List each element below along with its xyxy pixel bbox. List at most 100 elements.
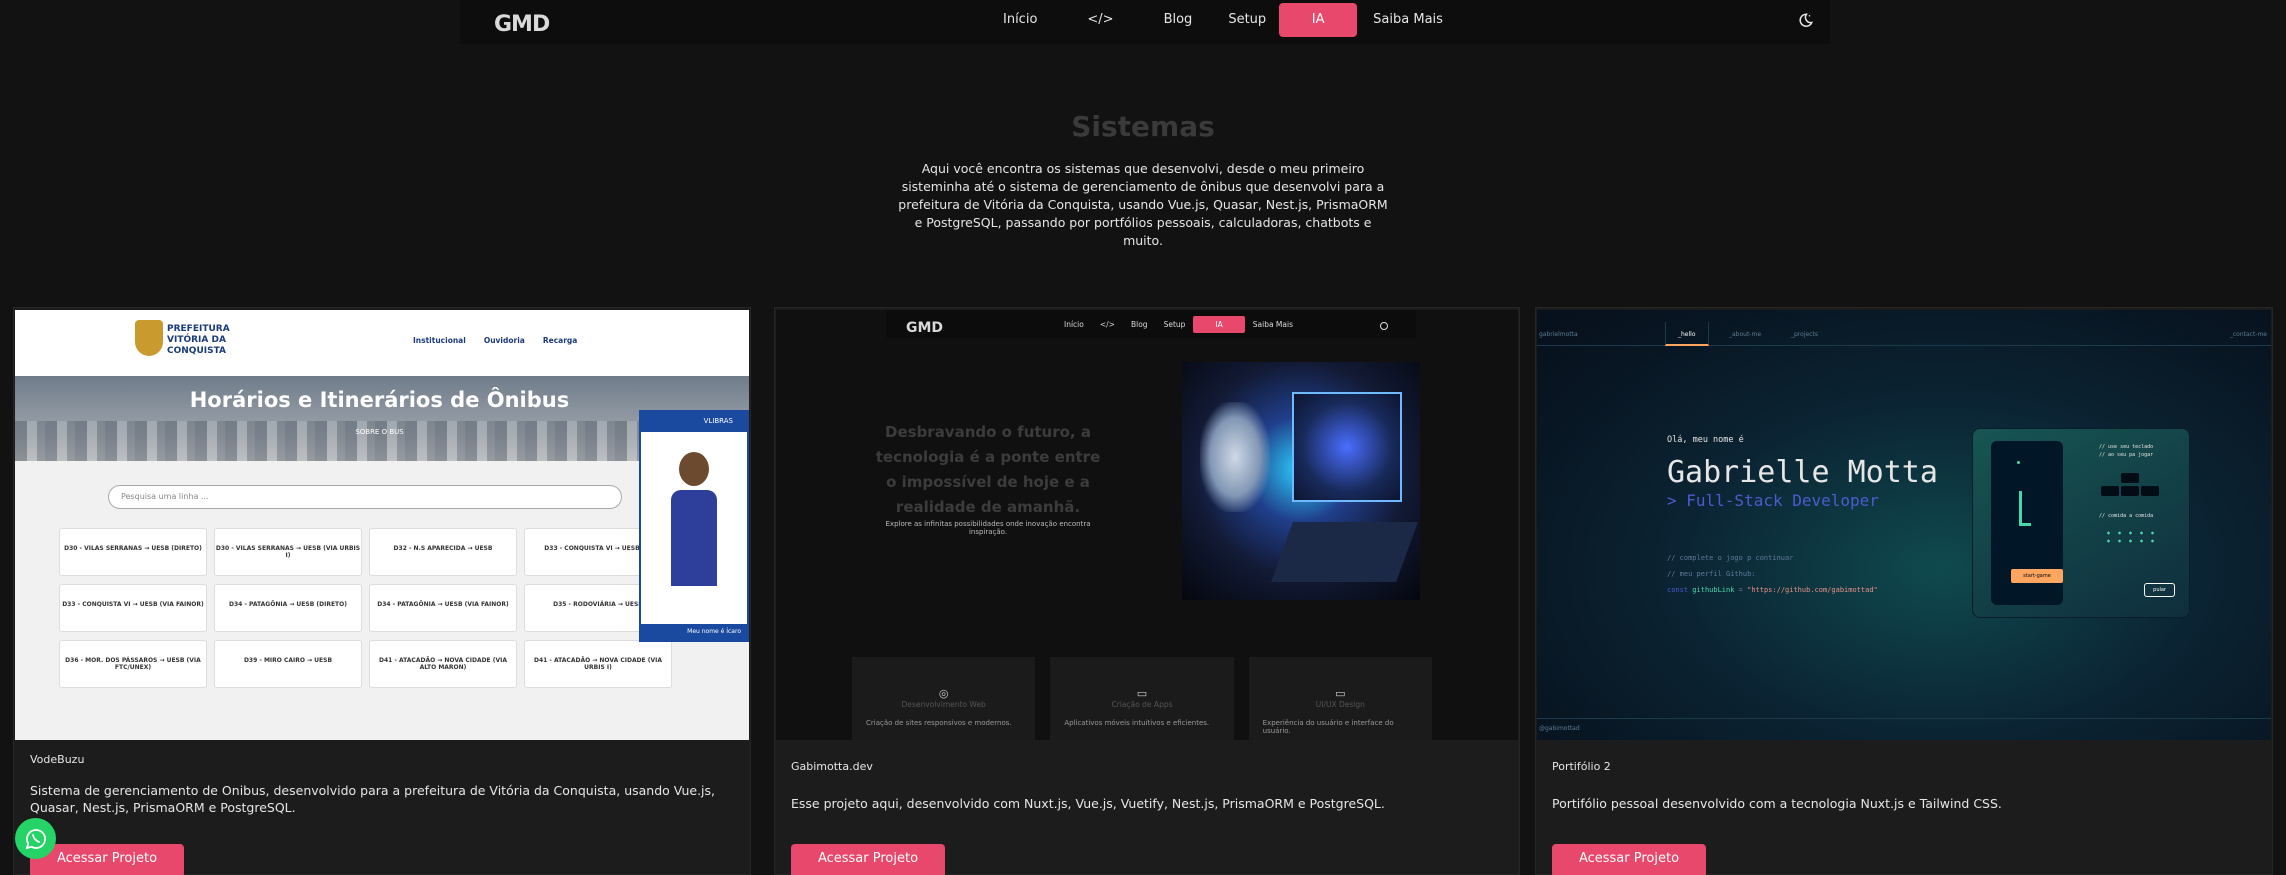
bus-line: D36 - MOR. DOS PÁSSAROS → UESB (VIA FTC/… (59, 640, 207, 688)
thumb-tab: _about-me (1729, 331, 1762, 338)
bus-line: D41 - ATACADÃO → NOVA CIDADE (VIA ALTO M… (369, 640, 517, 688)
avatar (671, 452, 717, 602)
nav-link-ia[interactable]: IA (1279, 3, 1358, 37)
food-dots (2103, 529, 2159, 545)
thumb-nav: Início </> Blog Setup IA Saiba Mais (1056, 316, 1301, 333)
site-logo[interactable]: GMD (494, 12, 550, 37)
code-comment: // complete o jogo p continuar (1667, 554, 1794, 562)
nav-link-code[interactable]: </> (1077, 3, 1123, 37)
services-row: ◎ Desenvolvimento Web Criação de sites r… (852, 657, 1432, 740)
whatsapp-button[interactable] (15, 818, 56, 859)
service-desc: Experiência do usuário e interface do us… (1262, 719, 1394, 735)
thumb-link: Início (1064, 320, 1084, 329)
service-title: UI/UX Design (1315, 700, 1365, 709)
service-title: Criação de Apps (1111, 700, 1173, 709)
section-title: Sistemas (1071, 110, 1215, 143)
thumb-brand: gabrielmotta (1539, 331, 1578, 338)
service-desc: Criação de sites responsivos e modernos. (866, 719, 1012, 727)
globe-icon: ◎ (938, 687, 949, 700)
theme-toggle-moon-icon[interactable] (1796, 12, 1814, 30)
thumb-greeting: Olá, meu nome é (1667, 435, 1744, 445)
card-description: Sistema de gerenciamento de Onibus, dese… (30, 783, 716, 815)
bus-line: D32 - N.S APARECIDA → UESB (369, 528, 517, 576)
start-game-button: start-game (2011, 569, 2063, 583)
main-nav: Início </> Blog Setup IA Saiba Mais (993, 0, 1453, 40)
service-card: ◎ Desenvolvimento Web Criação de sites r… (852, 657, 1036, 740)
nav-link-saiba-mais[interactable]: Saiba Mais (1363, 3, 1453, 37)
code-line: const githubLink = "https://github.com/g… (1667, 586, 1878, 594)
thumb-tab: _projects (1791, 331, 1818, 338)
vlibras-bar: VLIBRAS (641, 412, 747, 432)
thumb-subline: Explore as infinitas possibilidades onde… (885, 520, 1091, 536)
vlibras-footer: Meu nome é Ícaro (641, 624, 747, 640)
bus-line: D34 - PATAGÔNIA → UESB (DIRETO) (214, 584, 362, 632)
thumb-contact: _contact-me (2229, 331, 2267, 338)
game-food-hint: // comida a comida (2099, 513, 2154, 519)
code-keyword: const (1667, 586, 1689, 594)
code-comment: // meu perfil Github: (1667, 570, 1756, 578)
thumb-link: IA (1193, 316, 1245, 333)
whatsapp-icon (25, 828, 46, 849)
project-thumbnail: PREFEITURA VITÓRIA DA CONQUISTA Instituc… (15, 310, 749, 740)
thumb-search-input: Pesquisa uma linha ... (108, 485, 622, 509)
project-card-vodebuzu: PREFEITURA VITÓRIA DA CONQUISTA Instituc… (13, 307, 751, 875)
devices-icon: ▭ (1136, 687, 1148, 700)
service-desc: Aplicativos móveis intuitivos e eficient… (1064, 719, 1210, 727)
thumb-header: PREFEITURA VITÓRIA DA CONQUISTA Instituc… (15, 310, 749, 376)
bus-line: D30 - VILAS SERRANAS → UESB (DIRETO) (59, 528, 207, 576)
ai-robot-image (1182, 362, 1420, 600)
thumb-topbar: gabrielmotta _hello _about-me _projects … (1537, 322, 2271, 346)
skip-button: pular (2144, 583, 2175, 597)
nav-link-inicio[interactable]: Início (993, 3, 1047, 37)
snake-game-panel: start-game // use seu teclado // ao seu … (1972, 428, 2190, 618)
bus-line: D33 - CONQUISTA VI → UESB (VIA FAINOR) (59, 584, 207, 632)
thumb-link: Recarga (542, 336, 578, 345)
code-string: "https://github.com/gabimottad" (1747, 586, 1878, 594)
bus-line: D34 - PATAGÔNIA → UESB (VIA FAINOR) (369, 584, 517, 632)
bus-line-grid: D30 - VILAS SERRANAS → UESB (DIRETO) D30… (59, 528, 679, 688)
monitor-icon: ▭ (1335, 687, 1346, 700)
thumb-heading: Horários e Itinerários de Ônibus (189, 388, 570, 412)
thumb-link: </> (1099, 320, 1115, 329)
navbar: GMD Início </> Blog Setup IA Saiba Mais (460, 0, 1830, 44)
thumb-link: Institucional (413, 336, 466, 345)
project-thumbnail: gabrielmotta _hello _about-me _projects … (1537, 310, 2271, 740)
card-title: VodeBuzu (30, 753, 85, 766)
game-hint: // use seu teclado (2099, 444, 2154, 450)
thumb-link: Setup (1163, 320, 1186, 329)
service-card: ▭ UI/UX Design Experiência do usuário e … (1248, 657, 1432, 740)
thumb-nav: Institucional Ouvidoria Recarga (413, 336, 577, 345)
section-description: Aqui você encontra os sistemas que desen… (898, 161, 1388, 248)
project-card-gabimotta: GMD Início </> Blog Setup IA Saiba Mais … (774, 307, 1520, 875)
arrow-keys-icon (2101, 473, 2159, 501)
service-title: Desenvolvimento Web (901, 700, 986, 709)
access-project-button[interactable]: Acessar Projeto (791, 844, 945, 875)
bus-line: D39 - MIRO CAIRO → UESB (214, 640, 362, 688)
game-hints: // use seu teclado // ao seu pa jogar (2099, 443, 2153, 459)
nav-link-blog[interactable]: Blog (1154, 3, 1203, 37)
thumb-moon-icon (1380, 322, 1388, 330)
game-hint: // ao seu pa jogar (2099, 452, 2154, 458)
access-project-button[interactable]: Acessar Projeto (1552, 844, 1706, 875)
nav-link-setup[interactable]: Setup (1218, 3, 1276, 37)
project-thumbnail: GMD Início </> Blog Setup IA Saiba Mais … (776, 310, 1518, 740)
thumb-link: Blog (1130, 320, 1148, 329)
thumb-role: > Full-Stack Developer (1667, 491, 1879, 510)
bus-line: D41 - ATACADÃO → NOVA CIDADE (VIA URBIS … (524, 640, 672, 688)
bus-line: D30 - VILAS SERRANAS → UESB (VIA URBIS I… (214, 528, 362, 576)
thumb-tab: _hello (1665, 322, 1709, 346)
thumb-headline: Desbravando o futuro, a tecnologia é a p… (875, 423, 1101, 516)
thumb-brand: PREFEITURA VITÓRIA DA CONQUISTA (167, 324, 230, 356)
code-var: githubLink (1692, 586, 1735, 594)
brasao-icon (135, 320, 163, 356)
thumb-footer: @gabimottad (1537, 718, 2271, 740)
card-description: Esse projeto aqui, desenvolvido com Nuxt… (791, 796, 1385, 811)
vlibras-panel: VLIBRAS Meu nome é Ícaro (639, 410, 749, 642)
thumb-name: Gabrielle Motta (1667, 455, 1938, 490)
project-card-portifolio-2: gabrielmotta _hello _about-me _projects … (1535, 307, 2273, 875)
thumb-logo: GMD (906, 320, 944, 336)
thumb-footer-handle: @gabimottad (1539, 725, 1580, 732)
thumb-link: Ouvidoria (483, 336, 525, 345)
thumb-subheading: SOBRE O BUS (355, 428, 404, 436)
card-description: Portifólio pessoal desenvolvido com a te… (1552, 796, 2002, 811)
